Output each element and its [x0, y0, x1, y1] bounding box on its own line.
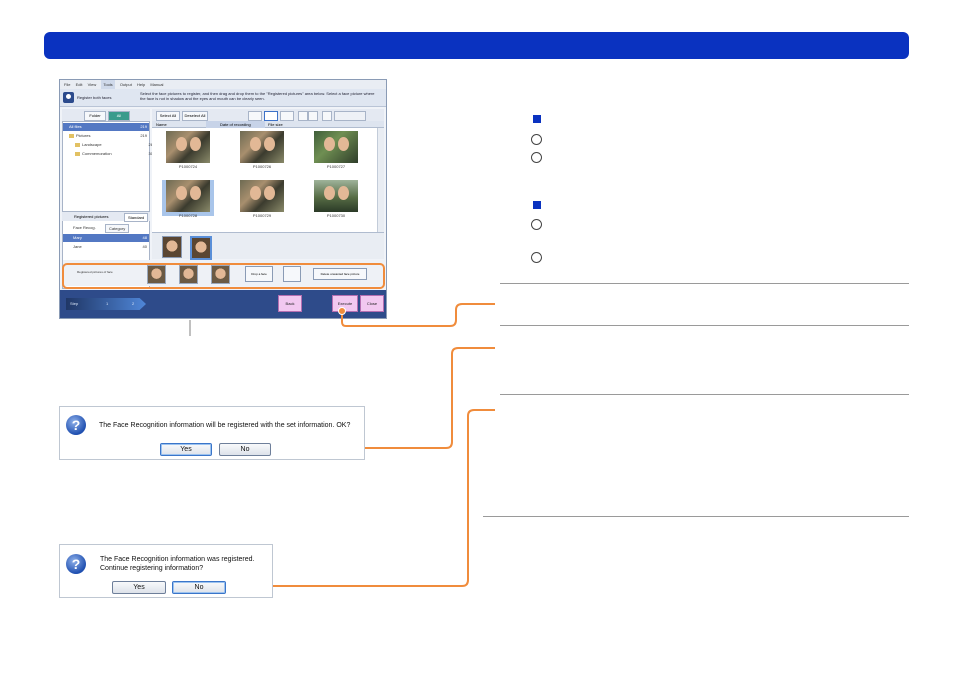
- yes-button[interactable]: Yes: [112, 581, 166, 594]
- question-icon: ?: [66, 415, 86, 435]
- yes-button[interactable]: Yes: [160, 443, 212, 456]
- continue-dialog: ? The Face Recognition information was r…: [59, 544, 273, 598]
- section-marker: [533, 201, 541, 209]
- step-circle: [531, 134, 542, 145]
- divider: [500, 394, 909, 395]
- callout-dot: [338, 307, 346, 315]
- no-button[interactable]: No: [172, 581, 226, 594]
- continue-message: The Face Recognition information was reg…: [100, 556, 255, 572]
- step-circle: [531, 152, 542, 163]
- step-circle: [531, 219, 542, 230]
- step-circle: [531, 252, 542, 263]
- no-button[interactable]: No: [219, 443, 271, 456]
- confirm-message: The Face Recognition information will be…: [99, 422, 351, 429]
- section-marker: [533, 115, 541, 123]
- divider: [500, 325, 909, 326]
- callout-execute: [341, 303, 495, 327]
- divider: [500, 283, 909, 284]
- question-icon: ?: [66, 554, 86, 574]
- confirm-dialog: ? The Face Recognition information will …: [59, 406, 365, 460]
- divider: [483, 516, 909, 517]
